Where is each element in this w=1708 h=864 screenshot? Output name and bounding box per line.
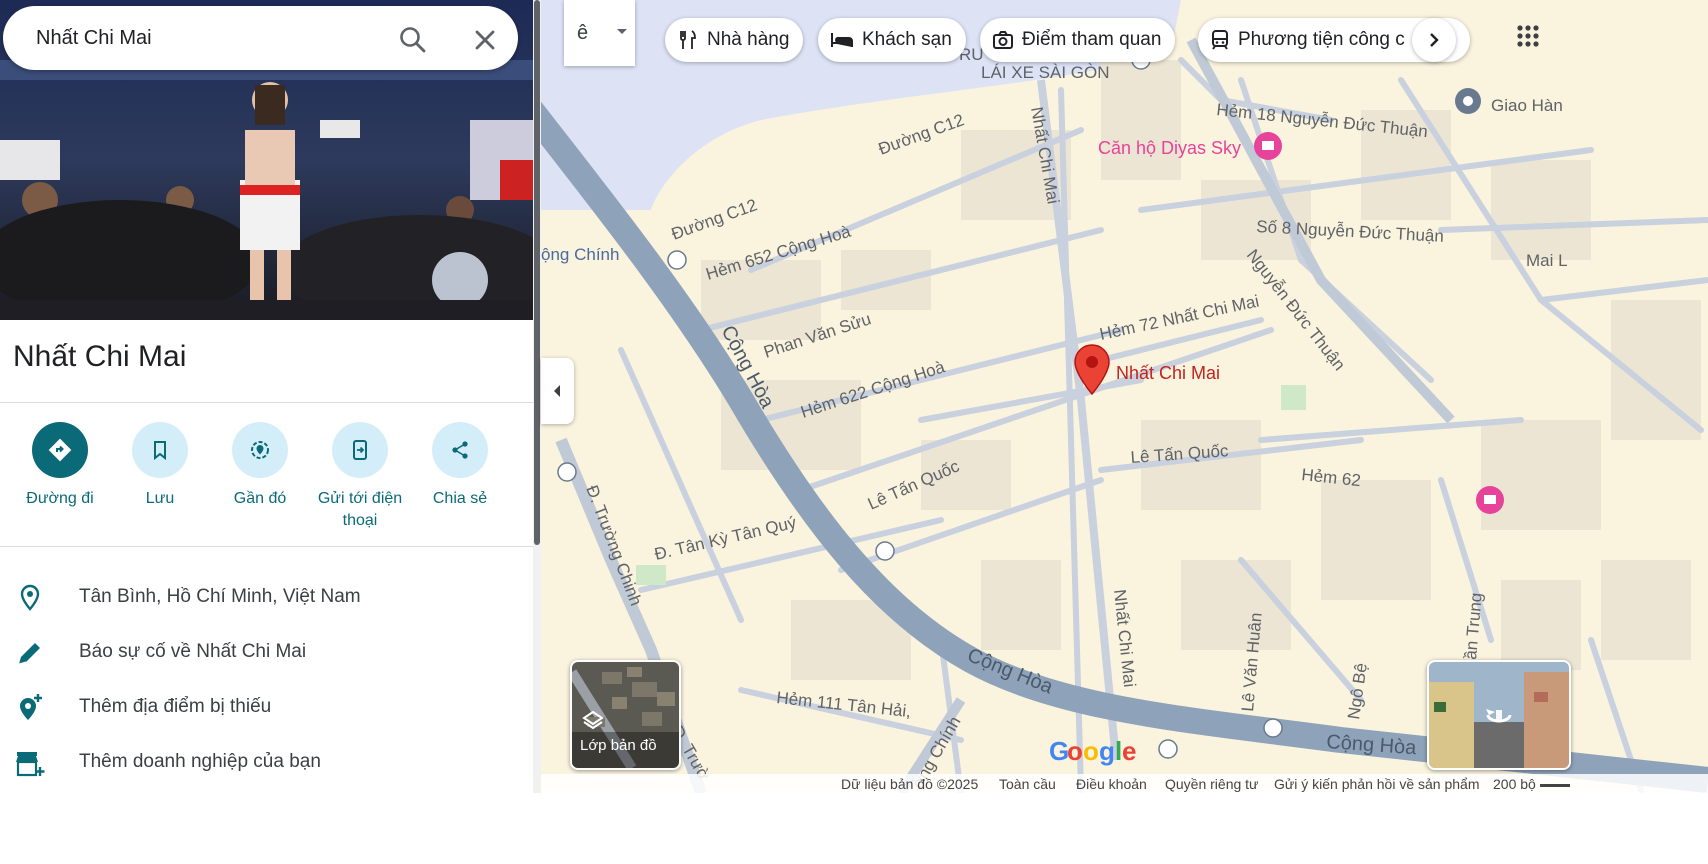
save-circle (132, 422, 188, 478)
nearby-label: Gần đó (233, 490, 287, 507)
info-row-add-business[interactable]: Thêm doanh nghiệp của bạn (0, 741, 533, 781)
mode-label: ê (577, 22, 589, 44)
send-to-phone-label: Gửi tới điện thoại (317, 490, 403, 529)
share-label: Chia sẻ (432, 490, 488, 507)
add-location-icon (20, 694, 42, 720)
chip-hotels[interactable]: Khách sạn (818, 18, 966, 62)
save-label: Lưu (145, 490, 175, 507)
pencil-icon (18, 643, 40, 665)
svg-text:o: o (1067, 736, 1083, 766)
svg-text:Căn hộ Diyas Sky: Căn hộ Diyas Sky (1098, 138, 1241, 158)
save-button[interactable]: Lưu (110, 422, 210, 510)
svg-text:g: g (1099, 736, 1115, 766)
layers-icon (582, 710, 604, 730)
search-input[interactable]: Nhất Chi Mai (36, 27, 152, 50)
directions-label: Đường đi (26, 490, 94, 507)
svg-text:Hẻm 62: Hẻm 62 (1301, 465, 1362, 490)
layers-label: Lớp bản đồ (580, 737, 657, 754)
chip-attractions[interactable]: Điểm tham quan (980, 18, 1176, 62)
address-text: Tân Bình, Hồ Chí Minh, Việt Nam (79, 586, 361, 607)
collapse-panel-button[interactable] (541, 358, 574, 424)
search-icon (400, 27, 426, 53)
map-data-credit: Dữ liệu bản đồ ©2025 (841, 776, 979, 792)
directions-circle (32, 422, 88, 478)
add-business-icon (16, 752, 45, 777)
chips-next-button[interactable] (1412, 18, 1456, 62)
search-box: Nhất Chi Mai (3, 6, 518, 70)
restaurant-icon (680, 30, 696, 49)
close-icon (475, 30, 495, 50)
street-view-thumbnail[interactable] (1427, 660, 1571, 770)
add-place-text: Thêm địa điểm bị thiếu (79, 696, 272, 717)
directions-icon (48, 438, 72, 462)
svg-text:Ngô Bệ: Ngô Bệ (1344, 662, 1371, 721)
map-mode-control[interactable]: ê (564, 0, 635, 66)
scrollbar-thumb[interactable] (534, 0, 540, 545)
chip-restaurants[interactable]: Nhà hàng (665, 18, 804, 62)
svg-text:Giao Hàn: Giao Hàn (1491, 96, 1563, 115)
terms-link[interactable]: Điều khoản (1076, 776, 1147, 792)
svg-text:Đường C12: Đường C12 (876, 110, 967, 159)
report-text: Báo sự cố về Nhất Chi Mai (79, 641, 307, 662)
feedback-link[interactable]: Gửi ý kiến phản hồi về sản phẩm (1274, 776, 1480, 792)
send-to-phone-circle (332, 422, 388, 478)
svg-text:ần Trung: ần Trung (1461, 592, 1486, 661)
nearby-circle (232, 422, 288, 478)
camera-icon (993, 31, 1013, 49)
nearby-icon (251, 441, 269, 459)
apps-button[interactable] (1508, 16, 1548, 56)
global-link[interactable]: Toàn cầu (999, 776, 1056, 792)
svg-text:Hẻm 72 Nhất Chi Mai: Hẻm 72 Nhất Chi Mai (1098, 292, 1261, 344)
chip-label: Phương tiện công c (1238, 29, 1405, 50)
rotate-360-icon (1486, 709, 1512, 723)
svg-text:ộng Chính: ộng Chính (541, 245, 619, 264)
bookmark-icon (154, 441, 166, 461)
divider (0, 546, 533, 547)
svg-text:o: o (1083, 736, 1099, 766)
add-business-text: Thêm doanh nghiệp của bạn (79, 751, 321, 772)
hotel-icon (831, 33, 853, 47)
svg-text:Đ. Trường Chinh: Đ. Trường Chinh (582, 483, 645, 609)
chip-label: Điểm tham quan (1022, 29, 1162, 50)
chevron-right-icon (1430, 33, 1439, 47)
chevron-left-icon (554, 385, 560, 397)
share-button[interactable]: Chia sẻ (410, 422, 510, 510)
svg-text:Nhất Chi Mai: Nhất Chi Mai (1116, 363, 1220, 383)
place-title: Nhất Chi Mai (13, 340, 187, 373)
divider (0, 402, 533, 403)
transit-icon (1212, 30, 1228, 50)
phone-send-icon (353, 440, 367, 460)
apps-grid-icon (1517, 25, 1539, 47)
svg-text:Đường C12: Đường C12 (669, 195, 760, 244)
bottom-blank (0, 793, 1708, 864)
panel-scrollbar[interactable] (533, 0, 541, 793)
info-row-address[interactable]: Tân Bình, Hồ Chí Minh, Việt Nam (0, 576, 533, 616)
directions-button[interactable]: Đường đi (10, 422, 110, 510)
close-button[interactable] (469, 24, 501, 56)
share-icon (452, 441, 468, 459)
chip-label: Khách sạn (862, 29, 952, 50)
privacy-link[interactable]: Quyền riêng tư (1165, 776, 1258, 792)
share-circle (432, 422, 488, 478)
svg-text:LÁI XE SÀI GÒN: LÁI XE SÀI GÒN (981, 63, 1110, 82)
info-row-report[interactable]: Báo sự cố về Nhất Chi Mai (0, 631, 533, 671)
scale-label[interactable]: 200 bộ (1493, 776, 1536, 792)
map-layers-button[interactable]: Lớp bản đồ (570, 660, 681, 770)
svg-text:e: e (1122, 736, 1136, 766)
location-pin-icon (20, 584, 40, 611)
chevron-down-icon (617, 29, 627, 34)
scale-bar (1540, 784, 1570, 787)
nearby-button[interactable]: Gần đó (210, 422, 310, 510)
svg-text:Nhất Chi Mai: Nhất Chi Mai (1110, 588, 1139, 688)
map-footer: Dữ liệu bản đồ ©2025 Toàn cầu Điều khoản… (541, 774, 1708, 793)
chip-label: Nhà hàng (707, 29, 790, 50)
info-row-add-place[interactable]: Thêm địa điểm bị thiếu (0, 686, 533, 726)
send-to-phone-button[interactable]: Gửi tới điện thoại (310, 422, 410, 532)
svg-text:Mai L: Mai L (1526, 251, 1568, 270)
place-panel: Nhất Chi Mai Nhất Chi Mai Đường đi Lưu G… (0, 0, 533, 864)
search-button[interactable] (397, 24, 429, 56)
